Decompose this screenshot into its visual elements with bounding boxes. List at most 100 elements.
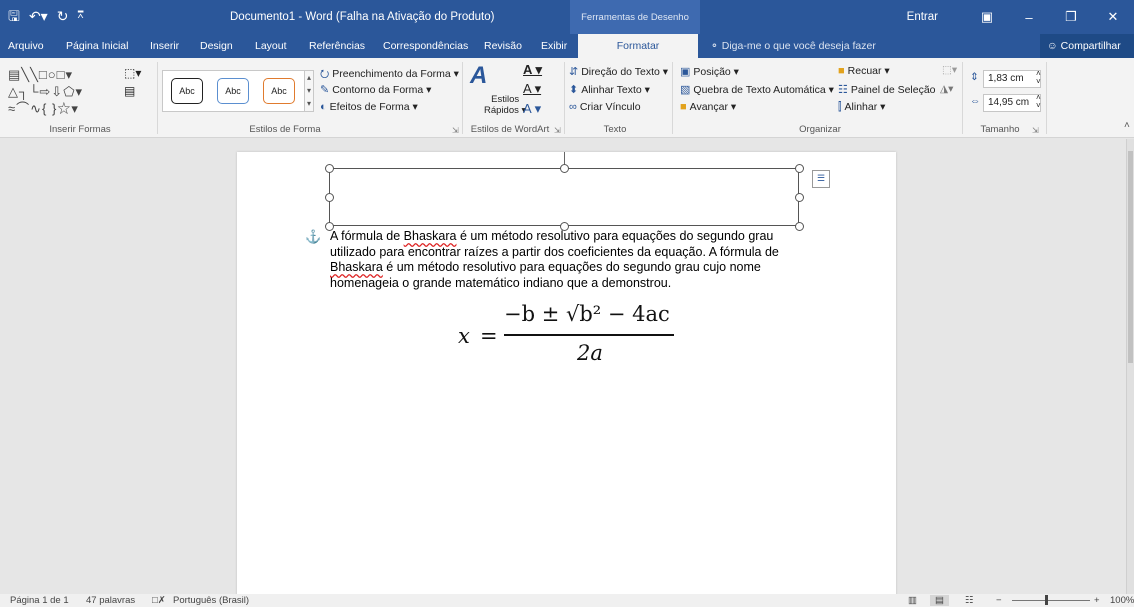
tab-design[interactable]: Design	[200, 40, 233, 52]
shape-fill-button[interactable]: ⭮ Preenchimento da Forma ▾	[320, 65, 459, 84]
proofing-icon[interactable]: □✗	[152, 595, 166, 606]
tab-correspondencias[interactable]: Correspondências	[383, 40, 468, 52]
width-value: 14,95 cm	[988, 97, 1030, 108]
web-layout-icon[interactable]: ☷	[965, 595, 974, 606]
dialog-launcher-icon[interactable]: ⇲	[1032, 126, 1039, 135]
share-button[interactable]: ☺ Compartilhar	[1040, 34, 1134, 58]
style-button-black[interactable]: Abc	[171, 78, 203, 104]
width-icon: ⇔	[970, 95, 981, 107]
resize-handle-r[interactable]	[795, 193, 804, 202]
quick-styles-icon[interactable]: A	[470, 62, 487, 90]
tab-revisao[interactable]: Revisão	[484, 40, 522, 52]
misspelled-word[interactable]: Bhaskara	[404, 229, 457, 243]
dialog-launcher-icon[interactable]: ⇲	[452, 126, 459, 135]
send-backward-icon: ■	[838, 65, 845, 77]
equation[interactable]: x = −b ± √b² − 4ac 2a	[458, 300, 688, 370]
send-backward-button[interactable]: ■ Recuar ▾	[838, 65, 890, 77]
gallery-scroll[interactable]: ▴ ▾ ▾	[304, 70, 314, 112]
zoom-slider[interactable]	[1012, 600, 1090, 601]
tell-me-box[interactable]: ⚬ Diga-me o que você deseja fazer	[710, 40, 876, 52]
language[interactable]: Português (Brasil)	[173, 595, 249, 606]
selected-text-box[interactable]	[329, 168, 799, 226]
style-button-orange[interactable]: Abc	[263, 78, 295, 104]
tab-layout[interactable]: Layout	[255, 40, 287, 52]
contextual-tab-title: Ferramentas de Desenho	[570, 0, 700, 34]
rotate-icon[interactable]: ◮▾	[940, 83, 953, 95]
restore-icon[interactable]: ❐	[1050, 9, 1092, 25]
wrap-text-icon: ▧	[680, 84, 691, 96]
tab-pagina-inicial[interactable]: Página Inicial	[66, 40, 128, 52]
undo-icon[interactable]: ↶▾	[29, 8, 48, 24]
scrollbar-thumb[interactable]	[1128, 151, 1133, 363]
height-icon: ⇕	[970, 71, 979, 83]
equation-numerator: −b ± √b² − 4ac	[504, 302, 670, 326]
collapse-ribbon-icon[interactable]: ˄	[1124, 120, 1130, 131]
resize-handle-tr[interactable]	[795, 164, 804, 173]
tell-me-text: Diga-me o que você deseja fazer	[721, 40, 876, 52]
quick-styles-label-2: Rápidos	[484, 105, 519, 116]
resize-handle-tl[interactable]	[325, 164, 334, 173]
shape-outline-button[interactable]: ✎ Contorno da Forma ▾	[320, 83, 431, 96]
status-bar: Página 1 de 1 47 palavras □✗ Português (…	[0, 594, 1134, 607]
equation-lhs: x	[458, 324, 470, 348]
tab-referencias[interactable]: Referências	[309, 40, 365, 52]
bring-forward-button[interactable]: ■ Avançar ▾	[680, 101, 736, 113]
save-icon[interactable]: 🖫	[8, 8, 20, 24]
shape-effects-button[interactable]: ◐ Efeitos de Forma ▾	[320, 101, 418, 113]
print-layout-icon[interactable]: ▤	[930, 595, 949, 606]
send-backward-label: Recuar	[847, 65, 882, 77]
customize-qat-icon[interactable]: ⩞	[77, 8, 83, 24]
misspelled-word[interactable]: Bhaskara	[330, 260, 383, 274]
selection-pane-button[interactable]: ☷ Painel de Seleção	[838, 83, 936, 96]
tab-inserir[interactable]: Inserir	[150, 40, 179, 52]
tab-formatar[interactable]: Formatar	[578, 34, 698, 58]
bring-forward-icon: ■	[680, 101, 687, 113]
resize-handle-t[interactable]	[560, 164, 569, 173]
signin-link[interactable]: Entrar	[907, 11, 938, 23]
pencil-icon: ✎	[320, 84, 330, 96]
ribbon-display-icon[interactable]: ▣	[966, 9, 1008, 25]
align-text-icon: ⬍	[569, 84, 579, 96]
zoom-slider-thumb[interactable]	[1045, 595, 1048, 605]
tab-exibir[interactable]: Exibir	[541, 40, 567, 52]
minimize-icon[interactable]: –	[1008, 10, 1050, 25]
height-input[interactable]: 1,83 cm	[983, 70, 1041, 88]
text-direction-button[interactable]: ⇵ Direção do Texto ▾	[569, 65, 668, 78]
group-objects-icon[interactable]: ⬚▾	[942, 64, 957, 76]
zoom-out-icon[interactable]: −	[996, 595, 1002, 606]
position-label: Posição	[693, 66, 731, 78]
quick-styles-label-1: Estilos	[491, 94, 520, 105]
text-fill-icon[interactable]: A ▾	[523, 62, 542, 78]
height-value: 1,83 cm	[988, 73, 1024, 84]
edit-shape-icon[interactable]: ⬚▾	[124, 66, 141, 80]
fraction-bar	[504, 334, 674, 336]
zoom-in-icon[interactable]: +	[1094, 595, 1100, 606]
dialog-launcher-icon[interactable]: ⇲	[554, 126, 561, 135]
read-mode-icon[interactable]: ▥	[908, 595, 917, 606]
word-count[interactable]: 47 palavras	[86, 595, 135, 606]
align-text-button[interactable]: ⬍ Alinhar Texto ▾	[569, 83, 650, 96]
text-outline-icon[interactable]: A ▾	[523, 81, 541, 97]
vertical-scrollbar[interactable]	[1126, 139, 1134, 594]
layout-options-icon[interactable]: ☰	[812, 170, 830, 188]
tab-arquivo[interactable]: Arquivo	[8, 40, 44, 52]
close-icon[interactable]: ✕	[1092, 9, 1134, 25]
resize-handle-l[interactable]	[325, 193, 334, 202]
position-button[interactable]: ▣ Posição ▾	[680, 65, 739, 78]
page-count[interactable]: Página 1 de 1	[10, 595, 69, 606]
create-link-button[interactable]: ∞ Criar Vínculo	[569, 101, 641, 113]
group-label-text: Texto	[603, 124, 627, 135]
wrap-text-button[interactable]: ▧ Quebra de Texto Automática ▾	[680, 83, 834, 96]
text-effects-icon[interactable]: A ▾	[523, 101, 541, 117]
width-input[interactable]: 14,95 cm	[983, 94, 1041, 112]
align-button[interactable]: ⫿ Alinhar ▾	[838, 101, 885, 114]
zoom-level[interactable]: 100%	[1110, 595, 1134, 606]
width-spinner[interactable]: ˄ ˅	[1036, 94, 1041, 110]
quick-styles-button[interactable]: Estilos Rápidos ▾	[484, 94, 526, 116]
shape-fill-label: Preenchimento da Forma	[332, 68, 451, 80]
redo-icon[interactable]: ↻	[57, 8, 69, 24]
height-spinner[interactable]: ˄ ˅	[1036, 70, 1041, 86]
text-box-icon[interactable]: ▤	[124, 84, 135, 98]
style-button-blue[interactable]: Abc	[217, 78, 249, 104]
body-paragraph[interactable]: A fórmula de Bhaskara é um método resolu…	[330, 229, 810, 291]
